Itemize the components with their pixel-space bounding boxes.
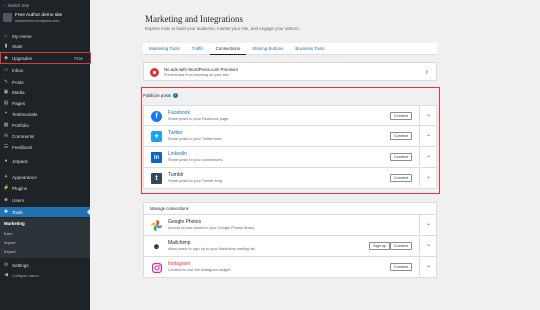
- sidebar-item-media[interactable]: ▣ Media: [0, 87, 90, 97]
- sidebar-item-comments[interactable]: ✉ Comments: [0, 131, 90, 141]
- posts-icon: ✎: [3, 79, 9, 85]
- manage-connections-header: Manage connections: [143, 202, 437, 215]
- connection-facebook: f Facebook Share posts to your Facebook …: [143, 105, 437, 126]
- site-url: authordemo.wordpress.com: [15, 19, 60, 23]
- upgrades-highlight: [0, 52, 91, 64]
- section-tabs: Marketing Tools Traffic Connections Shar…: [143, 43, 437, 55]
- chevron-down-icon[interactable]: ⌄: [426, 131, 431, 138]
- tab-connections[interactable]: Connections: [209, 43, 247, 55]
- sidebar-item-appearance[interactable]: ✦ Appearance: [0, 172, 90, 182]
- info-icon[interactable]: i: [172, 93, 178, 99]
- tab-sharing-buttons[interactable]: Sharing Buttons: [246, 43, 289, 55]
- sidebar-item-testimonials[interactable]: ❝ Testimonials: [0, 109, 90, 119]
- linkedin-icon: in: [151, 152, 162, 163]
- collapse-icon: ◀: [4, 272, 8, 278]
- submenu-item-export[interactable]: Export: [4, 249, 16, 254]
- submenu-item-import[interactable]: Import: [4, 240, 15, 245]
- submenu-item-earn[interactable]: Earn: [4, 231, 12, 236]
- connect-linkedin-button[interactable]: Connect: [389, 153, 412, 161]
- tools-submenu: Marketing Earn Import Export: [0, 218, 90, 258]
- jetpack-icon: ●: [4, 158, 8, 164]
- connection-mailchimp: ☻ Mailchimp Allow users to sign up to yo…: [143, 236, 437, 257]
- main-content: Marketing and Integrations Explore tools…: [90, 0, 540, 310]
- sidebar: ‹ Switch Site Free Author demo site auth…: [0, 0, 90, 310]
- sidebar-item-pages[interactable]: ▤ Pages: [0, 98, 90, 108]
- tab-traffic[interactable]: Traffic: [186, 43, 210, 55]
- inbox-icon: ▭: [3, 67, 9, 73]
- pages-icon: ▤: [3, 100, 9, 106]
- twitter-icon: ✦: [151, 131, 162, 142]
- site-icon: [3, 13, 12, 22]
- chevron-down-icon[interactable]: ⌄: [426, 173, 431, 180]
- mailchimp-icon: ☻: [152, 242, 161, 251]
- tumblr-icon: t: [151, 173, 162, 184]
- sidebar-item-users[interactable]: ☻ Users: [0, 195, 90, 205]
- connect-mailchimp-button[interactable]: Connect: [389, 242, 412, 250]
- tab-marketing-tools[interactable]: Marketing Tools: [143, 43, 186, 55]
- testimonials-icon: ❝: [4, 111, 8, 117]
- tab-business-tools[interactable]: Business Tools: [289, 43, 330, 55]
- media-icon: ▣: [3, 89, 9, 95]
- sidebar-item-stats[interactable]: ▮ Stats: [0, 41, 90, 51]
- sidebar-item-my-home[interactable]: ⌂ My Home: [0, 31, 90, 41]
- connect-tumblr-button[interactable]: Connect: [389, 174, 412, 182]
- submenu-item-marketing[interactable]: Marketing: [4, 221, 25, 226]
- connect-instagram-button[interactable]: Connect: [389, 263, 412, 271]
- portfolio-icon: ▦: [3, 122, 9, 128]
- connection-tumblr: t Tumblr Share posts to your Tumblr blog…: [143, 168, 437, 189]
- sidebar-item-inbox[interactable]: ▭ Inbox: [0, 65, 90, 75]
- collapse-menu-button[interactable]: ◀ Collapse menu: [0, 270, 90, 280]
- switch-site-link[interactable]: ‹ Switch Site: [4, 3, 29, 8]
- mailchimp-signup-button[interactable]: Sign up: [369, 242, 390, 250]
- sidebar-item-jetpack[interactable]: ● Jetpack: [0, 156, 90, 166]
- tools-icon: ✚: [3, 209, 9, 215]
- chevron-down-icon[interactable]: ⌄: [426, 220, 431, 227]
- stats-icon: ▮: [4, 43, 8, 49]
- settings-icon: ⚙: [3, 262, 9, 268]
- appearance-icon: ✦: [3, 174, 9, 180]
- chevron-down-icon[interactable]: ⌄: [426, 111, 431, 118]
- users-icon: ☻: [3, 197, 9, 203]
- instagram-icon: [151, 262, 162, 273]
- sidebar-item-portfolio[interactable]: ▦ Portfolio: [0, 120, 90, 130]
- sidebar-item-tools[interactable]: ✚ Tools: [0, 207, 90, 217]
- site-card[interactable]: Free Author demo site authordemo.wordpre…: [3, 13, 62, 24]
- google-photos-icon: [151, 220, 162, 231]
- no-ads-upsell[interactable]: No ads with WordPress.com Premium Preven…: [143, 62, 437, 81]
- connection-instagram: Instagram Connect to use the Instagram w…: [143, 257, 437, 278]
- feedback-icon: ☰: [3, 144, 9, 150]
- chevron-down-icon[interactable]: ⌄: [426, 152, 431, 159]
- plugins-icon: ⚡: [3, 185, 10, 191]
- comments-icon: ✉: [3, 133, 9, 139]
- chevron-left-icon: ‹: [4, 3, 6, 8]
- sidebar-item-feedback[interactable]: ☰ Feedback: [0, 142, 90, 152]
- page-title: Marketing and Integrations: [145, 14, 243, 24]
- home-icon: ⌂: [4, 33, 8, 39]
- connection-linkedin: in LinkedIn Share posts to your connecti…: [143, 147, 437, 168]
- connection-twitter: ✦ Twitter Share posts to your Twitter fe…: [143, 126, 437, 147]
- page-subtitle: Explore tools to build your audience, ma…: [145, 26, 300, 31]
- connect-facebook-button[interactable]: Connect: [389, 112, 412, 120]
- publicize-heading: Publicize posts i: [143, 93, 178, 99]
- chevron-down-icon[interactable]: ⌄: [426, 241, 431, 248]
- connection-google-photos: Google Photos Access photos stored in yo…: [143, 215, 437, 236]
- sidebar-item-posts[interactable]: ✎ Posts: [0, 77, 90, 87]
- chevron-down-icon[interactable]: ⌄: [426, 262, 431, 269]
- facebook-icon: f: [151, 111, 162, 122]
- premium-icon: [150, 68, 159, 77]
- sidebar-item-plugins[interactable]: ⚡ Plugins: [0, 183, 90, 193]
- connect-twitter-button[interactable]: Connect: [389, 132, 412, 140]
- sidebar-item-settings[interactable]: ⚙ Settings: [0, 260, 90, 270]
- chevron-right-icon: ›: [425, 67, 428, 76]
